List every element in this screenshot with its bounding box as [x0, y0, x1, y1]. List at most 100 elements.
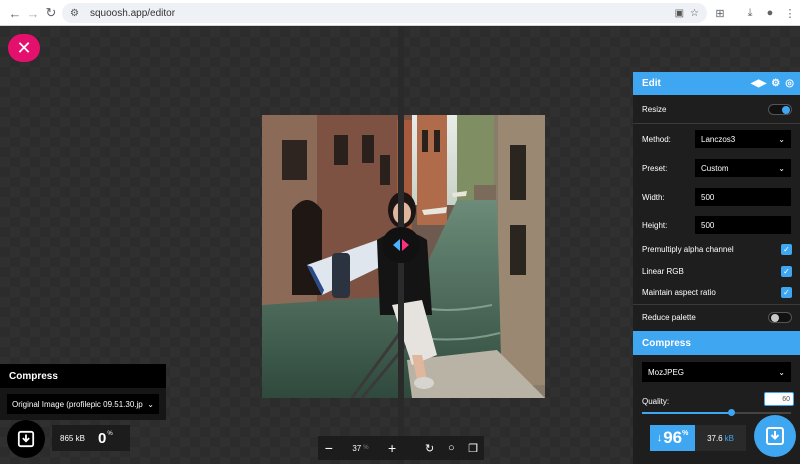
premultiply-row: Premultiply alpha channel ✓ — [633, 242, 800, 256]
output-size-value: 37.6 — [707, 433, 723, 443]
quality-slider[interactable] — [642, 409, 791, 416]
width-row: Width: 500 — [633, 187, 800, 207]
zoom-unit: % — [363, 445, 369, 451]
savings-unit: % — [682, 430, 689, 437]
chevron-down-icon: ⌄ — [778, 367, 785, 377]
download-icon[interactable]: ⤓ — [740, 3, 760, 23]
compress-panel-header: Compress — [633, 331, 800, 355]
rotate-button[interactable]: ↻ — [419, 436, 441, 460]
preset-row: Preset: Custom ⌄ — [633, 158, 800, 178]
arrow-left-icon — [393, 239, 400, 251]
arrow-right-icon — [402, 239, 409, 251]
extensions-icon[interactable]: ⊞ — [710, 3, 730, 23]
output-size-unit: kB — [724, 433, 734, 443]
width-label: Width: — [642, 192, 665, 202]
method-row: Method: Lanczos3 ⌄ — [633, 129, 800, 149]
address-bar[interactable]: ⚙ squoosh.app/editor ▣ ☆ — [62, 3, 707, 23]
premultiply-label: Premultiply alpha channel — [642, 244, 734, 254]
original-codec-value: Original Image (profilepic 09.51.30.jp — [12, 399, 143, 409]
close-button[interactable]: ✕ — [8, 34, 40, 62]
bookmark-star-icon[interactable]: ☆ — [690, 8, 699, 19]
height-label: Height: — [642, 220, 668, 230]
menu-icon[interactable]: ⋮ — [780, 3, 800, 23]
chevron-down-icon: ⌄ — [778, 134, 785, 144]
aspect-label: Maintain aspect ratio — [642, 287, 716, 297]
reload-icon[interactable]: ↻ — [40, 2, 62, 24]
zoom-value: 37 — [352, 443, 362, 453]
savings-arrow: ↓ — [656, 432, 663, 444]
height-input[interactable]: 500 — [695, 216, 791, 234]
original-size: 865 kB — [52, 434, 98, 443]
quality-slider-fill — [642, 412, 732, 414]
output-stats: ↓ 96 % 37.6 kB — [650, 425, 746, 451]
quality-label: Quality: — [642, 397, 670, 406]
chevron-down-icon: ⌄ — [147, 399, 154, 409]
plus-icon: + — [388, 440, 397, 456]
height-row: Height: 500 — [633, 215, 800, 235]
circle-icon: ○ — [448, 442, 455, 454]
original-savings-unit: % — [107, 431, 113, 437]
linear-rgb-checkbox[interactable]: ✓ — [781, 265, 792, 277]
close-icon: ✕ — [16, 37, 32, 58]
background-toggle-button[interactable]: ○ — [441, 436, 463, 460]
zoom-controls: − 37 % + ↻ ○ ❐ — [318, 436, 484, 460]
edit-panel-header: Edit ◀▶ ⚙ ◎ — [633, 72, 800, 95]
savings-value: 96 — [663, 428, 683, 447]
chevron-down-icon: ⌄ — [778, 163, 785, 173]
original-size-value: 865 — [60, 433, 74, 443]
settings-icon[interactable]: ⚙ — [771, 78, 780, 89]
download-output-button[interactable] — [754, 415, 796, 457]
profile-icon[interactable]: ● — [760, 3, 780, 23]
preset-select[interactable]: Custom ⌄ — [695, 159, 791, 177]
output-size: 37.6 kB — [695, 425, 746, 451]
original-stats: 865 kB 0 % — [52, 425, 130, 451]
width-value: 500 — [701, 192, 715, 202]
copy-settings-icon[interactable]: ◎ — [785, 78, 794, 89]
copy-icon: ❐ — [468, 442, 479, 455]
preset-value: Custom — [701, 163, 729, 173]
browser-toolbar: ← → ↻ ⚙ squoosh.app/editor ▣ ☆ ⊞ ⤓ ● ⋮ — [0, 0, 800, 26]
method-select[interactable]: Lanczos3 ⌄ — [695, 130, 791, 148]
side-by-side-button[interactable]: ❐ — [462, 436, 484, 460]
quality-slider-thumb[interactable] — [728, 409, 736, 416]
linear-rgb-label: Linear RGB — [642, 266, 684, 276]
quality-value: 60 — [782, 395, 790, 403]
resize-label: Resize — [642, 104, 667, 114]
split-handle[interactable] — [382, 227, 420, 263]
method-value: Lanczos3 — [701, 134, 736, 144]
codec-select[interactable]: MozJPEG ⌄ — [642, 362, 791, 382]
width-input[interactable]: 500 — [695, 188, 791, 206]
site-settings-icon[interactable]: ⚙ — [70, 8, 84, 19]
reduce-palette-row: Reduce palette — [633, 310, 800, 324]
edit-title: Edit — [642, 78, 661, 89]
original-size-unit: kB — [75, 433, 85, 443]
codec-value: MozJPEG — [648, 367, 685, 377]
method-label: Method: — [642, 134, 671, 144]
compare-icon[interactable]: ◀▶ — [751, 78, 766, 89]
install-app-icon[interactable]: ▣ — [675, 8, 684, 19]
resize-toggle[interactable] — [768, 103, 792, 115]
premultiply-checkbox[interactable]: ✓ — [781, 243, 792, 255]
original-compress-title: Compress — [9, 370, 58, 382]
original-savings-value: 0 — [98, 429, 107, 447]
download-icon — [766, 427, 784, 445]
reduce-palette-toggle[interactable] — [768, 311, 792, 323]
original-codec-select[interactable]: Original Image (profilepic 09.51.30.jp ⌄ — [7, 394, 159, 414]
aspect-checkbox[interactable]: ✓ — [781, 286, 792, 298]
url-text: squoosh.app/editor — [90, 7, 176, 19]
aspect-row: Maintain aspect ratio ✓ — [633, 285, 800, 299]
download-icon — [17, 430, 35, 448]
linear-rgb-row: Linear RGB ✓ — [633, 264, 800, 278]
minus-icon: − — [324, 440, 333, 456]
reduce-palette-label: Reduce palette — [642, 312, 696, 322]
original-panel: Compress Original Image (profilepic 09.5… — [0, 364, 166, 420]
original-panel-header: Compress — [0, 364, 166, 388]
height-value: 500 — [701, 220, 715, 230]
zoom-out-button[interactable]: − — [318, 436, 340, 460]
zoom-level-input[interactable]: 37 % — [340, 436, 382, 460]
download-original-button[interactable] — [7, 420, 45, 458]
zoom-in-button[interactable]: + — [381, 436, 403, 460]
compress-title: Compress — [642, 337, 691, 349]
savings-badge: ↓ 96 % — [650, 425, 696, 451]
quality-input[interactable]: 60 — [764, 392, 794, 406]
